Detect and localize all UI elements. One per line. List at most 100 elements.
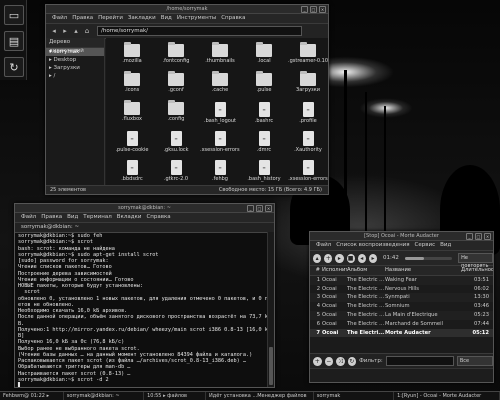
tree-item[interactable]: ▾ sorrymak — [46, 48, 104, 56]
file-item[interactable]: .gconf — [156, 71, 196, 93]
file-item[interactable]: ≡.xsession-errors.old — [200, 131, 240, 153]
playlist-row[interactable]: 2 Ocoai The Electric ... Nervous Hills 06:02 — [310, 285, 493, 294]
file-item[interactable]: .thumbnails — [200, 42, 240, 64]
menu-item[interactable]: Правка — [41, 213, 62, 222]
maximize-icon[interactable]: □ — [475, 233, 482, 240]
column-album[interactable]: Альбом — [347, 266, 385, 275]
minimize-icon[interactable]: _ — [247, 205, 254, 212]
column-title[interactable]: Название — [385, 266, 461, 275]
file-item[interactable]: ≡ .profile — [288, 102, 328, 124]
file-item[interactable]: .icons — [112, 71, 152, 93]
play-icon[interactable]: ▸ — [335, 253, 344, 263]
previous-icon[interactable]: ◂ — [357, 253, 366, 263]
playlist-row[interactable]: 5 Ocoai The Electric ... La Main d'Electriq… — [310, 310, 493, 320]
menu-item[interactable]: Справка — [221, 14, 245, 23]
repeat-select[interactable]: Не повторять — [458, 253, 493, 269]
minimize-icon[interactable]: _ — [466, 233, 473, 240]
window-titlebar[interactable]: sorrymak@dkbian: ~ _ □ × — [15, 204, 274, 213]
file-item[interactable]: ≡ .dmrc — [244, 131, 284, 153]
taskbar-item[interactable]: Fehbwm@ 01:22 ▸ — [0, 392, 64, 400]
sidebar-mode-select[interactable]: Дерево директорий — [46, 38, 104, 54]
file-item[interactable]: .mozilla — [112, 42, 152, 64]
close-icon[interactable]: × — [484, 233, 491, 240]
close-icon[interactable]: × — [319, 6, 326, 13]
taskbar-item[interactable]: sorrymak — [314, 392, 395, 400]
file-item[interactable]: ≡ .fehbg — [200, 160, 240, 182]
back-icon[interactable]: ◂ — [50, 27, 58, 35]
forward-icon[interactable]: ▸ — [61, 27, 69, 35]
file-item[interactable]: .local — [244, 42, 284, 64]
filter-input[interactable] — [385, 356, 454, 366]
taskbar-item[interactable]: sorrymak@dkbian: ~ — [64, 392, 145, 400]
menu-item[interactable]: Вкладки — [117, 213, 142, 222]
playlist-row[interactable]: 3 Ocoai The Electric ... Synmpati 13:30 — [310, 293, 493, 303]
file-item[interactable]: .fluxbox — [112, 100, 152, 122]
filter-scope-select[interactable]: Все — [456, 356, 493, 366]
add-icon[interactable]: + — [313, 356, 322, 366]
tree-item[interactable]: ▸ Desktop — [46, 56, 104, 64]
repeat-icon[interactable]: ↻ — [347, 356, 357, 366]
maximize-icon[interactable]: □ — [310, 6, 317, 13]
menu-item[interactable]: Список воспроизведения — [336, 241, 409, 250]
menu-item[interactable]: Перейти — [98, 14, 123, 23]
menu-item[interactable]: Инструменты — [177, 14, 216, 23]
file-item[interactable]: .cache — [200, 71, 240, 93]
menu-item[interactable]: Файл — [316, 241, 331, 250]
file-item[interactable]: .gstreamer-0.10 — [288, 42, 328, 64]
file-item[interactable]: ≡ .bash_logout — [200, 102, 240, 124]
menu-item[interactable]: Терминал — [83, 213, 111, 222]
file-item[interactable]: .fontconfig — [156, 42, 196, 64]
open-icon[interactable]: ▴ — [313, 253, 322, 263]
menu-item[interactable]: Вид — [67, 213, 78, 222]
file-item[interactable]: ≡ .gtkrc-2.0 — [156, 160, 196, 182]
menu-item[interactable]: Правка — [72, 14, 93, 23]
tree-item[interactable]: ▸ / — [46, 72, 104, 80]
scrollbar[interactable] — [267, 232, 274, 387]
column-duration[interactable]: Длительность — [461, 266, 493, 275]
file-item[interactable]: ≡ .xsession-errors — [288, 160, 328, 182]
terminal-output[interactable]: sorrymak@dkbian:~$ sudo feh sorrymak@dkbi… — [15, 232, 268, 387]
window-titlebar[interactable]: [Stop] Ocoai - Morte Audacter _ □ × — [310, 232, 493, 241]
playlist-row[interactable]: 7 Ocoai The Electri... Morte Audacter 05:12 — [310, 328, 493, 338]
terminal-icon[interactable]: ▭ — [4, 5, 24, 25]
column-number[interactable]: # — [310, 266, 322, 275]
menu-item[interactable]: Файл — [21, 213, 36, 222]
file-item[interactable]: ≡ .bashrc — [244, 102, 284, 124]
menu-item[interactable]: Закладки — [128, 14, 156, 23]
playlist-row[interactable]: 4 Ocoai The Electric ... Somnium 03:46 — [310, 302, 493, 311]
scrollbar-thumb[interactable] — [269, 347, 273, 385]
tab-terminal[interactable]: sorrymak@dkbian: ~ — [21, 223, 79, 232]
file-item[interactable]: ≡ .bash_history — [244, 160, 284, 182]
menu-item[interactable]: Вид — [161, 14, 172, 23]
remove-icon[interactable]: − — [324, 356, 334, 366]
file-item[interactable]: ≡ .bbdsdrc — [112, 160, 152, 182]
playlist-row[interactable]: 1 Ocoai The Electric ... Waking Fear 03:51 — [310, 275, 493, 285]
taskbar-item[interactable]: Идёт установка ...Менеджер файлов — [206, 392, 314, 400]
menu-item[interactable]: Файл — [52, 14, 67, 23]
column-artist[interactable]: Исполнитель — [322, 266, 347, 275]
file-item[interactable]: ≡ .gksu.lock — [156, 131, 196, 153]
tree-item[interactable]: ▸ Загрузки — [46, 64, 104, 72]
taskbar-item[interactable]: 10:55 ▸ файлов — [144, 392, 207, 400]
refresh-icon[interactable]: ↻ — [4, 57, 24, 77]
seek-slider[interactable] — [404, 256, 453, 260]
menu-item[interactable]: Вид — [440, 241, 451, 250]
file-item[interactable]: .config — [156, 100, 196, 122]
up-icon[interactable]: ▴ — [72, 27, 80, 35]
close-icon[interactable]: × — [265, 205, 272, 212]
window-titlebar[interactable]: /home/sorrymak _ □ × — [46, 5, 328, 14]
minimize-icon[interactable]: _ — [301, 6, 308, 13]
file-item[interactable]: ≡ .pulse-cookie — [112, 131, 152, 153]
shuffle-icon[interactable]: ⤨ — [336, 356, 345, 366]
file-item[interactable]: .pulse — [244, 71, 284, 93]
taskbar-item[interactable]: 1:[Ryun] - Ocoai - Morte Audacter — [394, 392, 500, 400]
menu-item[interactable]: Сервис — [415, 241, 436, 250]
playlist-row[interactable]: 6 Ocoai The Electric ... Marchand de Sommei… — [310, 320, 493, 329]
file-item[interactable]: ≡ .Xauthority — [288, 131, 328, 153]
path-input[interactable]: /home/sorrymak/ — [97, 26, 302, 36]
maximize-icon[interactable]: □ — [256, 205, 263, 212]
home-icon[interactable]: ⌂ — [83, 27, 91, 35]
file-item[interactable]: Загрузки — [288, 71, 328, 93]
stop-icon[interactable]: ■ — [346, 253, 355, 263]
menu-item[interactable]: Справка — [146, 213, 170, 222]
